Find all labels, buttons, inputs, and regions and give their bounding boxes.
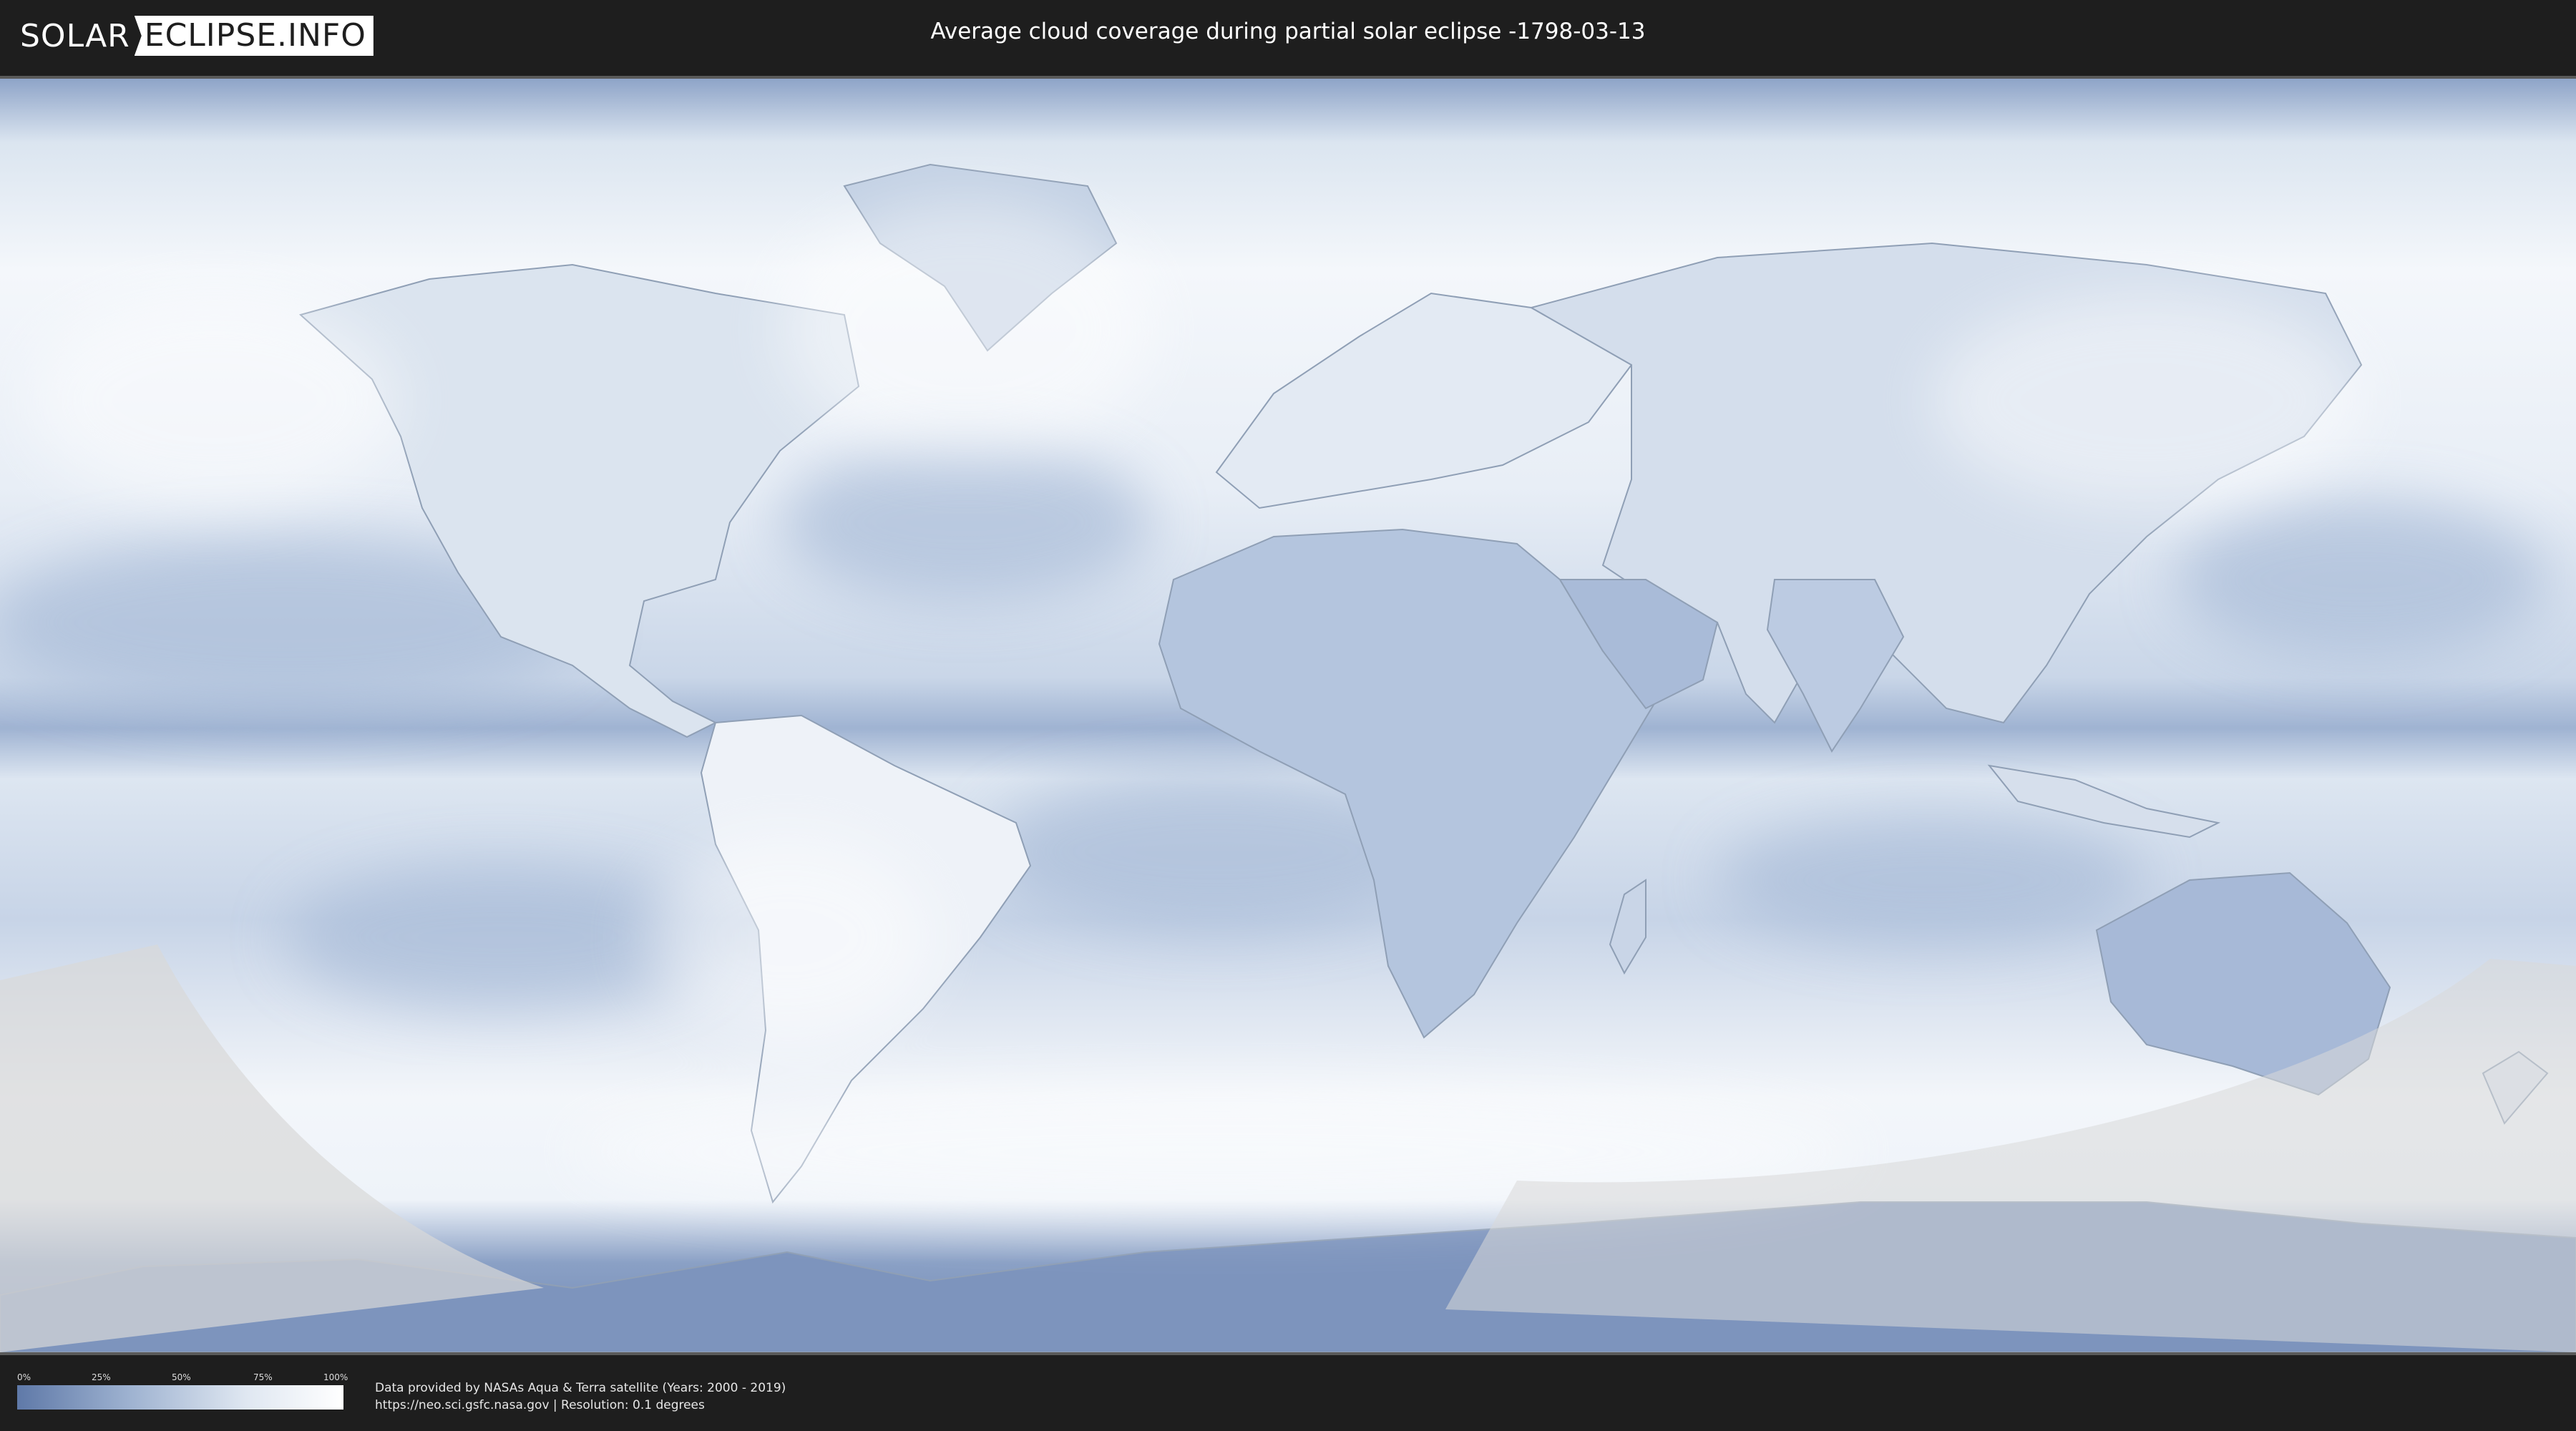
legend-color-bar xyxy=(17,1385,343,1410)
world-map-svg xyxy=(0,79,2576,1352)
logo-text-eclipse-info: ECLIPSE.INFO xyxy=(134,16,374,56)
cloud-coverage-legend: 0% 25% 50% 75% 100% xyxy=(17,1372,348,1410)
logo-text-solar: SOLAR xyxy=(20,17,130,54)
credits-source: Data provided by NASAs Aqua & Terra sate… xyxy=(375,1381,786,1395)
legend-tick: 100% xyxy=(323,1372,348,1382)
credits-link[interactable]: https://neo.sci.gsfc.nasa.gov | Resoluti… xyxy=(375,1397,786,1414)
legend-tick: 25% xyxy=(92,1372,111,1382)
site-logo[interactable]: SOLAR ECLIPSE.INFO xyxy=(20,16,374,56)
legend-tick: 75% xyxy=(253,1372,273,1382)
page-title: Average cloud coverage during partial so… xyxy=(930,19,1646,44)
footer-bar: 0% 25% 50% 75% 100% Data provided by NAS… xyxy=(0,1355,2576,1431)
legend-tick: 0% xyxy=(17,1372,31,1382)
legend-ticks: 0% 25% 50% 75% 100% xyxy=(17,1372,348,1385)
legend-tick: 50% xyxy=(172,1372,191,1382)
cloud-coverage-map xyxy=(0,76,2576,1355)
data-credits: Data provided by NASAs Aqua & Terra sate… xyxy=(375,1379,786,1414)
header-bar: SOLAR ECLIPSE.INFO Average cloud coverag… xyxy=(0,0,2576,72)
